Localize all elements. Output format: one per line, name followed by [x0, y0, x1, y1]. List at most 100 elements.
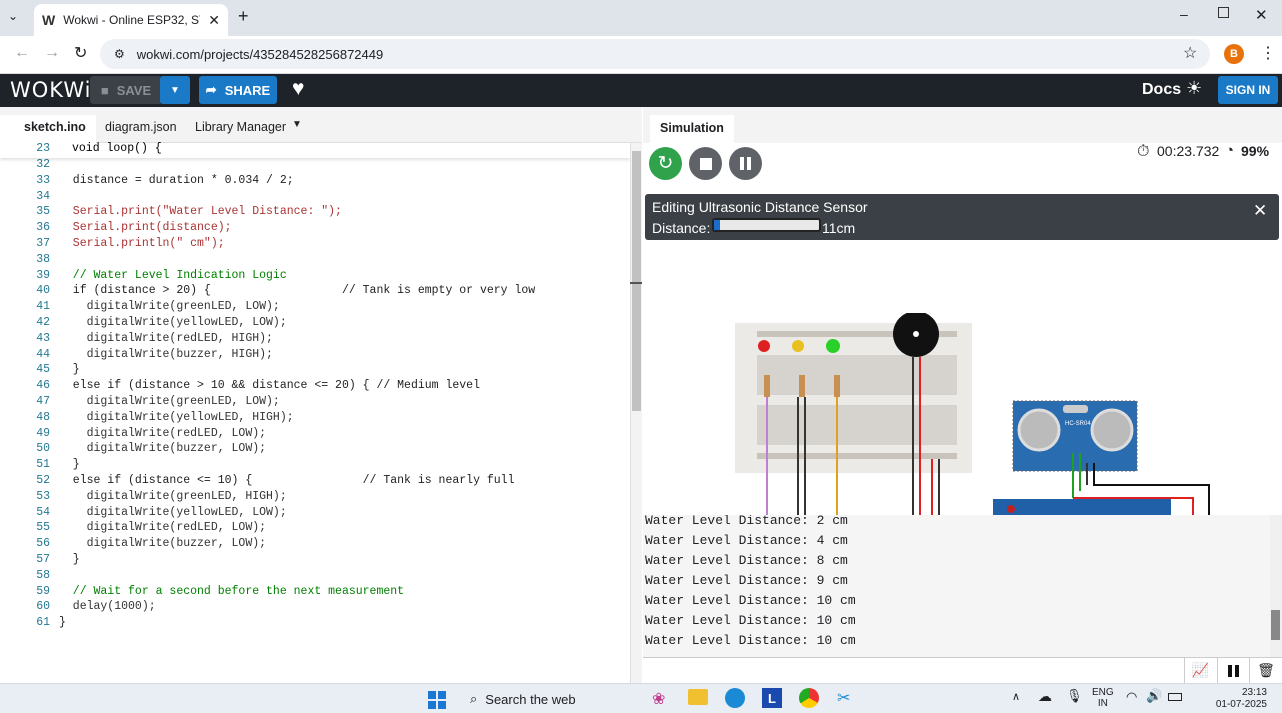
- close-editor-icon[interactable]: ✕: [1253, 201, 1267, 221]
- battery-icon[interactable]: [1168, 693, 1182, 701]
- code-line[interactable]: 32: [0, 157, 630, 173]
- serial-input-field[interactable]: [643, 658, 1184, 683]
- code-line[interactable]: 42 digitalWrite(yellowLED, LOW);: [0, 315, 630, 331]
- reload-icon[interactable]: ↻: [74, 43, 87, 63]
- code-line[interactable]: 36 Serial.print(distance);: [0, 220, 630, 236]
- back-icon[interactable]: ←: [14, 44, 30, 62]
- code-line[interactable]: 33 distance = duration * 0.034 / 2;: [0, 173, 630, 189]
- breadboard[interactable]: [735, 323, 972, 473]
- editor-scroll-thumb[interactable]: [632, 151, 641, 411]
- pause-simulation-button[interactable]: [729, 147, 762, 180]
- resistor-yellow[interactable]: [799, 375, 805, 397]
- code-line[interactable]: 48 digitalWrite(yellowLED, HIGH);: [0, 410, 630, 426]
- forward-icon[interactable]: →: [44, 44, 60, 62]
- browser-menu-icon[interactable]: ⋮: [1260, 43, 1276, 63]
- docs-link[interactable]: Docs: [1142, 81, 1181, 99]
- save-options-dropdown[interactable]: ▼: [160, 76, 190, 104]
- circuit-diagram[interactable]: HC-SR04: [643, 313, 1282, 515]
- code-line[interactable]: 51 }: [0, 457, 630, 473]
- editor-scrollbar[interactable]: [630, 143, 642, 683]
- code-line[interactable]: 57 }: [0, 552, 630, 568]
- microphone-icon[interactable]: 🎙: [1066, 688, 1083, 704]
- share-button[interactable]: ➦ SHARE: [199, 76, 277, 104]
- code-line[interactable]: 40 if (distance > 20) { // Tank is empty…: [0, 283, 630, 299]
- code-line[interactable]: 55 digitalWrite(redLED, LOW);: [0, 520, 630, 536]
- tab-sketch-ino[interactable]: sketch.ino: [24, 120, 86, 134]
- tab-library-manager[interactable]: Library Manager: [195, 120, 286, 134]
- arduino-board[interactable]: [993, 499, 1171, 515]
- close-tab-icon[interactable]: ✕: [208, 12, 220, 29]
- code-line[interactable]: 50 digitalWrite(buzzer, LOW);: [0, 441, 630, 457]
- resistor-red[interactable]: [764, 375, 770, 397]
- code-line[interactable]: 34: [0, 189, 630, 205]
- edge-browser-icon[interactable]: [725, 688, 745, 708]
- distance-slider[interactable]: [712, 218, 821, 232]
- taskbar-search-box[interactable]: ⌕ Search the web: [460, 686, 640, 712]
- pause-serial-button[interactable]: [1217, 658, 1249, 683]
- language-indicator[interactable]: ENG IN: [1092, 687, 1114, 709]
- plotter-chart-icon[interactable]: 📈: [1184, 658, 1216, 683]
- code-line[interactable]: 61}: [0, 615, 630, 631]
- profile-avatar[interactable]: B: [1224, 44, 1244, 64]
- code-line[interactable]: 60 delay(1000);: [0, 599, 630, 615]
- snipping-tool-icon[interactable]: ✂: [837, 688, 850, 708]
- chrome-icon[interactable]: [799, 688, 819, 708]
- sticky-scroll-header[interactable]: 23 void loop() {: [0, 142, 630, 158]
- code-line[interactable]: 37 Serial.println(" cm");: [0, 236, 630, 252]
- copilot-icon[interactable]: ❀: [652, 689, 665, 709]
- code-editor[interactable]: 32 33 distance = duration * 0.034 / 2; 34 3…: [0, 143, 642, 683]
- code-line[interactable]: 49 digitalWrite(redLED, LOW);: [0, 426, 630, 442]
- tabs-menu-caret-icon[interactable]: ▼: [292, 119, 302, 130]
- yellow-led[interactable]: [792, 340, 804, 352]
- app-l-icon[interactable]: L: [762, 688, 782, 708]
- serial-scrollbar[interactable]: [1270, 515, 1282, 657]
- code-line[interactable]: 53 digitalWrite(greenLED, HIGH);: [0, 489, 630, 505]
- code-line[interactable]: 58: [0, 568, 630, 584]
- tab-diagram-json[interactable]: diagram.json: [105, 120, 177, 134]
- code-line[interactable]: 46 else if (distance > 10 && distance <=…: [0, 378, 630, 394]
- red-led[interactable]: [758, 340, 770, 352]
- code-line[interactable]: 54 digitalWrite(yellowLED, LOW);: [0, 505, 630, 521]
- code-line[interactable]: 39 // Water Level Indication Logic: [0, 268, 630, 284]
- theme-sun-icon[interactable]: ☀: [1186, 78, 1202, 99]
- tab-list-chevron-icon[interactable]: ⌄: [8, 9, 18, 23]
- code-line[interactable]: 52 else if (distance <= 10) { // Tank is…: [0, 473, 630, 489]
- volume-icon[interactable]: 🔊: [1146, 688, 1162, 704]
- windows-start-icon[interactable]: [428, 691, 446, 709]
- maximize-icon[interactable]: [1218, 7, 1229, 18]
- code-line[interactable]: 41 digitalWrite(greenLED, LOW);: [0, 299, 630, 315]
- show-hidden-icons-chevron-icon[interactable]: ∧: [1012, 690, 1020, 703]
- code-line[interactable]: 44 digitalWrite(buzzer, HIGH);: [0, 347, 630, 363]
- code-line[interactable]: 47 digitalWrite(greenLED, LOW);: [0, 394, 630, 410]
- green-led[interactable]: [826, 339, 840, 353]
- code-line[interactable]: 43 digitalWrite(redLED, HIGH);: [0, 331, 630, 347]
- close-window-icon[interactable]: ✕: [1255, 6, 1268, 24]
- minimize-icon[interactable]: –: [1180, 6, 1188, 22]
- serial-monitor-output[interactable]: Water Level Distance: 2 cm Water Level Di…: [643, 515, 1282, 657]
- bookmark-star-icon[interactable]: ☆: [1183, 43, 1197, 63]
- onedrive-cloud-icon[interactable]: ☁: [1038, 688, 1052, 705]
- code-line[interactable]: 56 digitalWrite(buzzer, LOW);: [0, 536, 630, 552]
- clear-serial-trash-icon[interactable]: 🗑: [1249, 658, 1282, 683]
- code-line[interactable]: 38: [0, 252, 630, 268]
- wokwi-logo[interactable]: WOKWi: [10, 78, 91, 102]
- serial-scroll-thumb[interactable]: [1271, 610, 1280, 640]
- heart-icon[interactable]: ♥: [292, 77, 304, 101]
- code-line[interactable]: 59 // Wait for a second before the next …: [0, 584, 630, 600]
- clock[interactable]: 23:13 01-07-2025: [1195, 687, 1267, 711]
- save-button[interactable]: ■ SAVE: [90, 76, 162, 104]
- wifi-icon[interactable]: ◠: [1126, 689, 1137, 705]
- code-line[interactable]: 45 }: [0, 362, 630, 378]
- stop-simulation-button[interactable]: [689, 147, 722, 180]
- url-field[interactable]: ⚙ wokwi.com/projects/435284528256872449: [100, 39, 1210, 69]
- browser-tab[interactable]: W Wokwi - Online ESP32, STM32, ✕: [34, 4, 228, 36]
- file-explorer-icon[interactable]: [688, 689, 708, 705]
- serial-line: Water Level Distance: 2 cm: [645, 515, 848, 528]
- restart-simulation-button[interactable]: ↻: [649, 147, 682, 180]
- resistor-green[interactable]: [834, 375, 840, 397]
- tab-simulation[interactable]: Simulation: [650, 121, 734, 135]
- site-info-icon[interactable]: ⚙: [114, 47, 125, 61]
- code-line[interactable]: 35 Serial.print("Water Level Distance: "…: [0, 204, 630, 220]
- new-tab-icon[interactable]: +: [238, 6, 249, 27]
- sign-in-button[interactable]: SIGN IN: [1218, 76, 1278, 104]
